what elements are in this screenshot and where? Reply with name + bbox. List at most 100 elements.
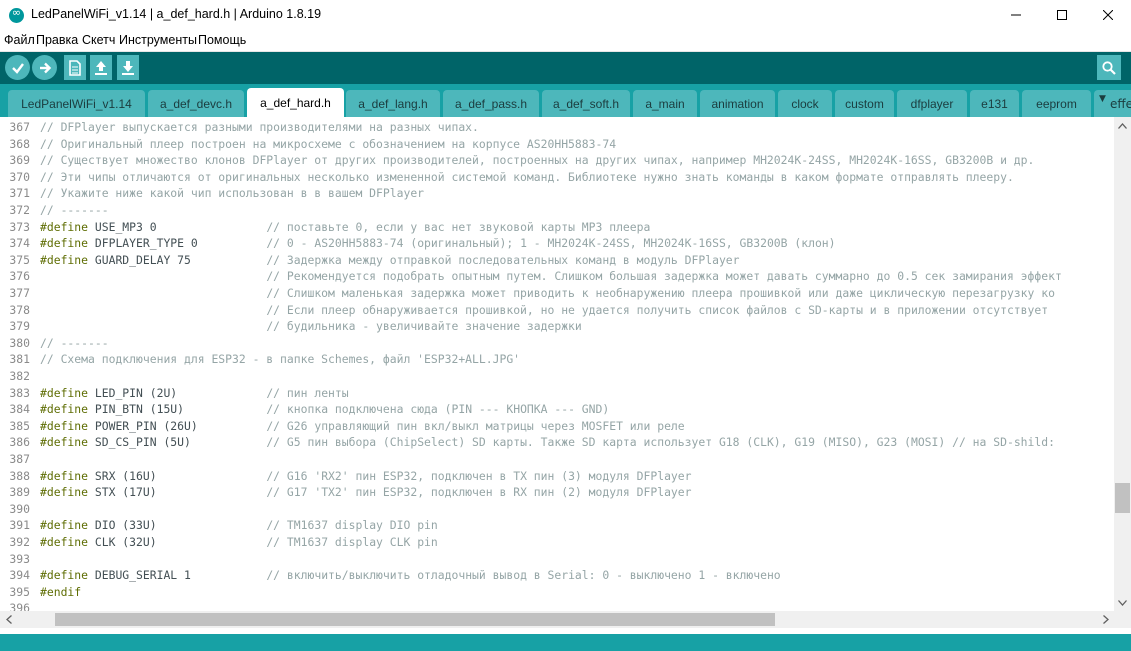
code-line: #define DIO (33U) // TM1637 display DIO … [40, 517, 438, 534]
code-comment: // TM1637 display CLK pin [266, 535, 438, 549]
tab-a-def-soft[interactable]: a_def_soft.h [542, 90, 630, 117]
vertical-scrollbar-thumb[interactable] [1115, 483, 1130, 513]
menu-edit[interactable]: Правка [36, 33, 78, 47]
tab-custom[interactable]: custom [835, 90, 894, 117]
tab-overflow-label: effects [1110, 97, 1131, 111]
code-comment: // включить/выключить отладочный вывод в… [266, 568, 781, 583]
tab-dfplayer[interactable]: dfplayer [897, 90, 967, 117]
menu-help[interactable]: Помощь [198, 33, 246, 47]
code-line: #define PIN_BTN (15U) // кнопка подключе… [40, 401, 609, 418]
code-line: // Существует множество клонов DFPlayer … [40, 152, 1034, 169]
horizontal-scrollbar-thumb[interactable] [55, 613, 775, 626]
code-line: #define DFPLAYER_TYPE 0 // 0 - AS20HH588… [40, 235, 836, 252]
scrollbar-corner [1114, 611, 1131, 628]
line-number: 368 [9, 136, 30, 151]
preprocessor-keyword: #define [40, 252, 89, 267]
serial-monitor-button[interactable] [1097, 55, 1121, 80]
tab-ledpanelwifi[interactable]: LedPanelWiFi_v1.14 [8, 90, 145, 117]
code-comment: // Оригинальный плеер построен на микрос… [40, 136, 617, 151]
line-number: 369 [9, 153, 30, 168]
scroll-down-icon[interactable] [1114, 594, 1131, 611]
code-line: // Укажите ниже какой чип использован в … [40, 185, 424, 202]
code-line: #endif [40, 584, 81, 601]
code-line: #define POWER_PIN (26U) // G26 управляющ… [40, 418, 685, 435]
line-number: 393 [9, 551, 30, 566]
scroll-right-icon[interactable] [1097, 611, 1114, 628]
code-comment: // 0 - AS20HH5883-74 (оригинальный); 1 -… [266, 236, 836, 251]
preprocessor-keyword: #define [40, 518, 89, 533]
code-line: // ------- [40, 202, 109, 219]
line-number: 375 [9, 252, 30, 267]
menu-sketch[interactable]: Скетч [82, 33, 115, 47]
open-button[interactable] [90, 55, 112, 80]
preprocessor-keyword: #define [40, 418, 89, 433]
scroll-up-icon[interactable] [1114, 117, 1131, 134]
scroll-left-icon[interactable] [0, 611, 17, 628]
preprocessor-keyword: #define [40, 568, 89, 583]
code-comment: // Схема подключения для ESP32 - в папке… [40, 352, 521, 367]
tab-e131[interactable]: e131 [970, 90, 1019, 117]
preprocessor-keyword: #define [40, 485, 89, 500]
save-button[interactable] [117, 55, 139, 80]
line-number: 370 [9, 169, 30, 184]
line-number: 374 [9, 236, 30, 251]
upload-button[interactable] [32, 55, 57, 80]
line-number: 371 [9, 186, 30, 201]
preprocessor-keyword: #define [40, 402, 89, 417]
code-comment: // Эти чипы отличаются от оригинальных н… [40, 169, 1014, 184]
code-editor[interactable]: 367 368 369 370 371 372 373 374 375 376 377 378 379 3… [0, 117, 1114, 611]
horizontal-scrollbar[interactable] [0, 611, 1114, 628]
code-comment: // DFPlayer выпускается разными производ… [40, 120, 479, 134]
verify-button[interactable] [5, 55, 30, 80]
tab-a-def-lang[interactable]: a_def_lang.h [346, 90, 440, 117]
open-icon [95, 60, 107, 75]
code-comment: // Рекомендуется подобрать опытным путем… [266, 269, 1062, 284]
line-number: 376 [9, 269, 30, 284]
tab-animation[interactable]: animation [700, 90, 775, 117]
line-number: 379 [9, 319, 30, 334]
new-sketch-icon [69, 59, 81, 76]
preprocessor-keyword: #define [40, 468, 89, 483]
line-number: 384 [9, 402, 30, 417]
tab-clock[interactable]: clock [778, 90, 832, 117]
line-number: 389 [9, 485, 30, 500]
line-number: 388 [9, 468, 30, 483]
code-comment: // ------- [40, 335, 109, 350]
code-text: CLK (32U) [88, 535, 267, 549]
tab-overflow-menu[interactable]: ▼ effects [1094, 90, 1131, 117]
code-comment: // TM1637 display DIO pin [266, 518, 438, 533]
code-text: SRX (16U) [88, 468, 267, 483]
tab-a-def-devc[interactable]: a_def_devc.h [148, 90, 244, 117]
code-line: // Рекомендуется подобрать опытным путем… [40, 268, 1062, 285]
menu-tools[interactable]: Инструменты [119, 33, 197, 47]
line-number: 385 [9, 418, 30, 433]
minimize-button[interactable] [993, 0, 1039, 30]
preprocessor-keyword: #define [40, 236, 89, 251]
tab-eeprom[interactable]: eeprom [1022, 90, 1091, 117]
vertical-scrollbar[interactable] [1114, 117, 1131, 611]
preprocessor-keyword: #define [40, 535, 89, 549]
code-comment: // ------- [40, 203, 109, 217]
line-number: 396 [9, 601, 30, 611]
maximize-button[interactable] [1039, 0, 1085, 30]
tab-a-def-hard[interactable]: a_def_hard.h [247, 88, 344, 117]
new-sketch-button[interactable] [64, 55, 86, 80]
code-line: // DFPlayer выпускается разными производ… [40, 119, 479, 136]
line-number: 391 [9, 518, 30, 533]
preprocessor-keyword: #define [40, 385, 89, 400]
tab-a-main[interactable]: a_main [633, 90, 697, 117]
code-line: // Если плеер обнаруживается прошивкой, … [40, 302, 1048, 319]
code-comment: // Укажите ниже какой чип использован в … [40, 186, 425, 201]
close-button[interactable] [1085, 0, 1131, 30]
line-number: 367 [9, 120, 30, 134]
code-line: #define USE_MP3 0 // поставьте 0, если у… [40, 219, 650, 236]
menu-file[interactable]: Файл [4, 33, 35, 47]
tab-a-def-pass[interactable]: a_def_pass.h [443, 90, 539, 117]
line-number: 394 [9, 568, 30, 583]
code-comment: // Задержка между отправкой последовател… [266, 252, 740, 267]
code-text: GUARD_DELAY 75 [88, 252, 267, 267]
code-comment: // будильника - увеличивайте значение за… [266, 319, 582, 334]
maximize-icon [1057, 10, 1067, 20]
